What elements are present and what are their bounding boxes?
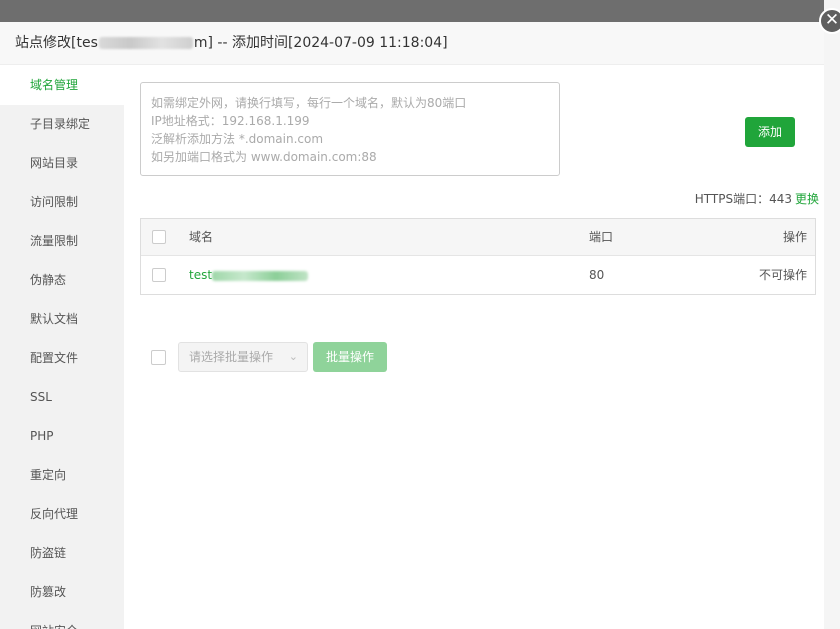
modal-title-prefix: 站点修改[tes bbox=[15, 35, 98, 51]
batch-select-placeholder: 请选择批量操作 bbox=[189, 350, 274, 364]
sidebar-item-reverse-proxy[interactable]: 反向代理 bbox=[0, 495, 124, 534]
column-header-port: 端口 bbox=[589, 230, 614, 244]
backdrop-top-bar bbox=[0, 0, 840, 22]
batch-operation-button[interactable]: 批量操作 bbox=[313, 342, 387, 372]
https-port-label: HTTPS端口：443 bbox=[694, 192, 792, 206]
sidebar-item-redirect[interactable]: 重定向 bbox=[0, 456, 124, 495]
redacted-domain bbox=[212, 270, 309, 281]
placeholder-line: 如另加端口格式为 www.domain.com:88 bbox=[151, 150, 377, 164]
domain-input[interactable]: 如需绑定外网，请换行填写，每行一个域名，默认为80端口 IP地址格式：192.1… bbox=[140, 82, 560, 176]
placeholder-line: 泛解析添加方法 *.domain.com bbox=[151, 132, 324, 146]
table-header: 域名 端口 操作 bbox=[141, 219, 815, 256]
batch-select-checkbox[interactable] bbox=[151, 350, 166, 365]
sidebar-item-site-dir[interactable]: 网站目录 bbox=[0, 144, 124, 183]
sidebar-item-traffic-limit[interactable]: 流量限制 bbox=[0, 222, 124, 261]
select-all-checkbox[interactable] bbox=[152, 230, 166, 244]
action-cell: 不可操作 bbox=[758, 268, 807, 282]
sidebar-item-site-security[interactable]: 网站安全 bbox=[0, 612, 124, 629]
sidebar-item-ssl[interactable]: SSL bbox=[0, 378, 124, 417]
https-port-info: HTTPS端口：443 更换 bbox=[695, 190, 819, 207]
sidebar-item-domain[interactable]: 域名管理 bbox=[0, 66, 124, 105]
modal-title-suffix: m] -- 添加时间[2024-07-09 11:18:04] bbox=[193, 35, 448, 51]
sidebar-item-default-doc[interactable]: 默认文档 bbox=[0, 300, 124, 339]
domain-management-panel: 如需绑定外网，请换行填写，每行一个域名，默认为80端口 IP地址格式：192.1… bbox=[140, 66, 820, 629]
table-row: test 80 不可操作 bbox=[141, 256, 815, 294]
background-page-edge bbox=[824, 0, 840, 629]
domain-link[interactable]: test bbox=[189, 256, 309, 294]
sidebar-item-access-limit[interactable]: 访问限制 bbox=[0, 183, 124, 222]
redacted-domain bbox=[98, 37, 193, 49]
column-header-domain: 域名 bbox=[189, 230, 214, 244]
sidebar-item-php[interactable]: PHP bbox=[0, 417, 124, 456]
sidebar-item-subdir[interactable]: 子目录绑定 bbox=[0, 105, 124, 144]
modal-title: 站点修改[tes m] -- 添加时间[2024-07-09 11:18:04] bbox=[0, 22, 824, 65]
add-domain-button[interactable]: 添加 bbox=[745, 117, 795, 147]
site-edit-modal: 站点修改[tes m] -- 添加时间[2024-07-09 11:18:04] … bbox=[0, 22, 824, 629]
domain-text: test bbox=[189, 268, 213, 282]
row-checkbox[interactable] bbox=[152, 268, 166, 282]
chevron-down-icon: ⌄ bbox=[288, 350, 298, 363]
placeholder-line: 如需绑定外网，请换行填写，每行一个域名，默认为80端口 bbox=[151, 96, 467, 110]
settings-sidebar: 域名管理 子目录绑定 网站目录 访问限制 流量限制 伪静态 默认文档 配置文件 … bbox=[0, 66, 124, 629]
change-port-link[interactable]: 更换 bbox=[795, 192, 819, 206]
column-header-action: 操作 bbox=[782, 230, 807, 244]
sidebar-item-config-file[interactable]: 配置文件 bbox=[0, 339, 124, 378]
port-cell: 80 bbox=[589, 268, 605, 282]
batch-action-select[interactable]: 请选择批量操作 ⌄ bbox=[178, 342, 308, 372]
placeholder-line: IP地址格式：192.168.1.199 bbox=[151, 114, 310, 128]
sidebar-item-tamper-proof[interactable]: 防篡改 bbox=[0, 573, 124, 612]
sidebar-item-rewrite[interactable]: 伪静态 bbox=[0, 261, 124, 300]
sidebar-item-hotlink[interactable]: 防盗链 bbox=[0, 534, 124, 573]
domain-table: 域名 端口 操作 test 80 不可操作 bbox=[140, 218, 816, 295]
close-icon[interactable]: ✕ bbox=[819, 8, 840, 34]
